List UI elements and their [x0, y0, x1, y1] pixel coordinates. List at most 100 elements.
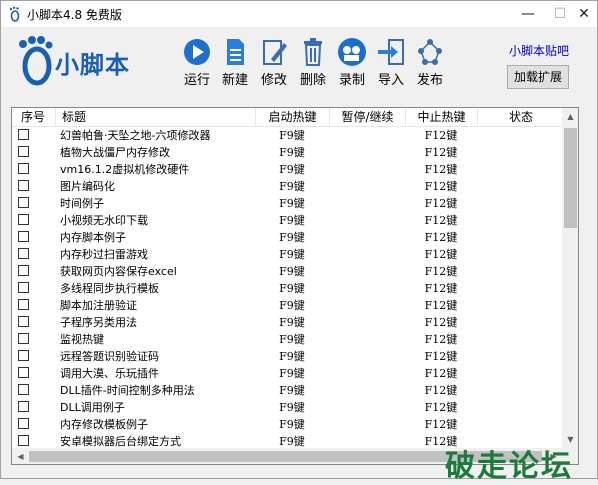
new-button[interactable]: 新建	[215, 37, 255, 89]
row-stop-hotkey: F12键	[424, 418, 458, 431]
record-button[interactable]: 录制	[332, 37, 372, 89]
table-row[interactable]: 脚本加注册验证 F9键 F12键	[12, 297, 564, 314]
row-title: 监视热键	[60, 333, 104, 346]
table-row[interactable]: 幻兽帕鲁·天坠之地-六项修改器 F9键 F12键	[12, 127, 564, 144]
list-header: 序号 标题 启动热键 暂停/继续 中止热键 状态	[12, 108, 564, 127]
trash-icon	[304, 38, 322, 66]
row-start-hotkey: F9键	[279, 197, 305, 210]
row-checkbox[interactable]	[18, 350, 29, 361]
table-row[interactable]: 远程答题识别验证码 F9键 F12键	[12, 348, 564, 365]
table-row[interactable]: DLL调用例子 F9键 F12键	[12, 399, 564, 416]
table-row[interactable]: 获取网页内容保存excel F9键 F12键	[12, 263, 564, 280]
row-start-hotkey: F9键	[279, 214, 305, 227]
row-stop-hotkey: F12键	[424, 248, 458, 261]
table-row[interactable]: 监视热键 F9键 F12键	[12, 331, 564, 348]
table-row[interactable]: 内存脚本例子 F9键 F12键	[12, 229, 564, 246]
col-stop-hotkey[interactable]: 中止热键	[406, 108, 478, 126]
row-checkbox[interactable]	[18, 146, 29, 157]
row-checkbox[interactable]	[18, 282, 29, 293]
row-start-hotkey: F9键	[279, 146, 305, 159]
row-stop-hotkey: F12键	[424, 265, 458, 278]
row-start-hotkey: F9键	[279, 418, 305, 431]
play-icon	[184, 39, 210, 65]
col-title[interactable]: 标题	[56, 108, 256, 126]
row-start-hotkey: F9键	[279, 129, 305, 142]
col-index[interactable]: 序号	[12, 108, 56, 126]
close-button[interactable]: ✕	[561, 1, 598, 27]
row-checkbox[interactable]	[18, 163, 29, 174]
table-row[interactable]: vm16.1.2虚拟机修改硬件 F9键 F12键	[12, 161, 564, 178]
col-status[interactable]: 状态	[478, 108, 564, 126]
row-title: 调用大漠、乐玩插件	[60, 367, 159, 380]
row-checkbox[interactable]	[18, 333, 29, 344]
scroll-up-icon[interactable]: ▲	[562, 108, 578, 125]
row-checkbox[interactable]	[18, 214, 29, 225]
vertical-scroll-thumb[interactable]	[564, 128, 577, 228]
load-extension-button[interactable]: 加载扩展	[507, 65, 569, 89]
row-stop-hotkey: F12键	[424, 350, 458, 363]
row-stop-hotkey: F12键	[424, 282, 458, 295]
vertical-scrollbar[interactable]: ▲ ▼	[562, 108, 578, 448]
row-start-hotkey: F9键	[279, 231, 305, 244]
table-row[interactable]: 内存秒过扫雷游戏 F9键 F12键	[12, 246, 564, 263]
run-button[interactable]: 运行	[177, 37, 217, 89]
row-start-hotkey: F9键	[279, 248, 305, 261]
delete-button[interactable]: 删除	[293, 37, 333, 89]
publish-button[interactable]: 发布	[410, 37, 450, 89]
import-button[interactable]: 导入	[371, 37, 411, 89]
row-checkbox[interactable]	[18, 316, 29, 327]
table-row[interactable]: 内存修改模板例子 F9键 F12键	[12, 416, 564, 433]
row-checkbox[interactable]	[18, 384, 29, 395]
row-title: 植物大战僵尸内存修改	[60, 146, 170, 159]
row-stop-hotkey: F12键	[424, 146, 458, 159]
table-row[interactable]: 多线程同步执行模板 F9键 F12键	[12, 280, 564, 297]
table-row[interactable]: 子程序另类用法 F9键 F12键	[12, 314, 564, 331]
row-title: 内存修改模板例子	[60, 418, 148, 431]
row-start-hotkey: F9键	[279, 180, 305, 193]
row-stop-hotkey: F12键	[424, 197, 458, 210]
row-stop-hotkey: F12键	[424, 367, 458, 380]
table-row[interactable]: 小视频无水印下载 F9键 F12键	[12, 212, 564, 229]
title-bar[interactable]: 小脚本4.8 免费版 — ☐ ✕	[1, 1, 597, 27]
table-row[interactable]: 图片编码化 F9键 F12键	[12, 178, 564, 195]
row-title: 内存脚本例子	[60, 231, 126, 244]
row-checkbox[interactable]	[18, 299, 29, 310]
row-checkbox[interactable]	[18, 197, 29, 208]
row-title: 多线程同步执行模板	[60, 282, 159, 295]
scroll-left-icon[interactable]: ◀	[12, 448, 29, 464]
row-checkbox[interactable]	[18, 248, 29, 259]
row-start-hotkey: F9键	[279, 367, 305, 380]
row-checkbox[interactable]	[18, 401, 29, 412]
row-stop-hotkey: F12键	[424, 316, 458, 329]
row-checkbox[interactable]	[18, 418, 29, 429]
row-title: 小视频无水印下载	[60, 214, 148, 227]
table-row[interactable]: 时间例子 F9键 F12键	[12, 195, 564, 212]
table-row[interactable]: 调用大漠、乐玩插件 F9键 F12键	[12, 365, 564, 382]
row-stop-hotkey: F12键	[424, 214, 458, 227]
table-row[interactable]: 植物大战僵尸内存修改 F9键 F12键	[12, 144, 564, 161]
row-checkbox[interactable]	[18, 367, 29, 378]
row-checkbox[interactable]	[18, 265, 29, 276]
main-window: 小脚本4.8 免费版 — ☐ ✕ 小脚本 运行 新建 修改 删除 录制 导入 发…	[0, 0, 598, 484]
table-row[interactable]: DLL插件-时间控制多种用法 F9键 F12键	[12, 382, 564, 399]
col-start-hotkey[interactable]: 启动热键	[256, 108, 330, 126]
row-title: 子程序另类用法	[60, 316, 137, 329]
row-title: 远程答题识别验证码	[60, 350, 159, 363]
row-checkbox[interactable]	[18, 180, 29, 191]
row-checkbox[interactable]	[18, 129, 29, 140]
row-checkbox[interactable]	[18, 231, 29, 242]
row-start-hotkey: F9键	[279, 401, 305, 414]
script-list[interactable]: 序号 标题 启动热键 暂停/继续 中止热键 状态 幻兽帕鲁·天坠之地-六项修改器…	[11, 107, 579, 465]
edit-button[interactable]: 修改	[254, 37, 294, 89]
row-stop-hotkey: F12键	[424, 163, 458, 176]
row-stop-hotkey: F12键	[424, 333, 458, 346]
row-start-hotkey: F9键	[279, 333, 305, 346]
row-start-hotkey: F9键	[279, 384, 305, 397]
row-stop-hotkey: F12键	[424, 384, 458, 397]
share-icon	[418, 39, 442, 65]
col-pause-resume[interactable]: 暂停/继续	[330, 108, 406, 126]
forum-link[interactable]: 小脚本贴吧	[509, 42, 569, 59]
row-checkbox[interactable]	[18, 435, 29, 446]
edit-icon	[263, 40, 287, 65]
logo-text: 小脚本	[55, 51, 130, 79]
